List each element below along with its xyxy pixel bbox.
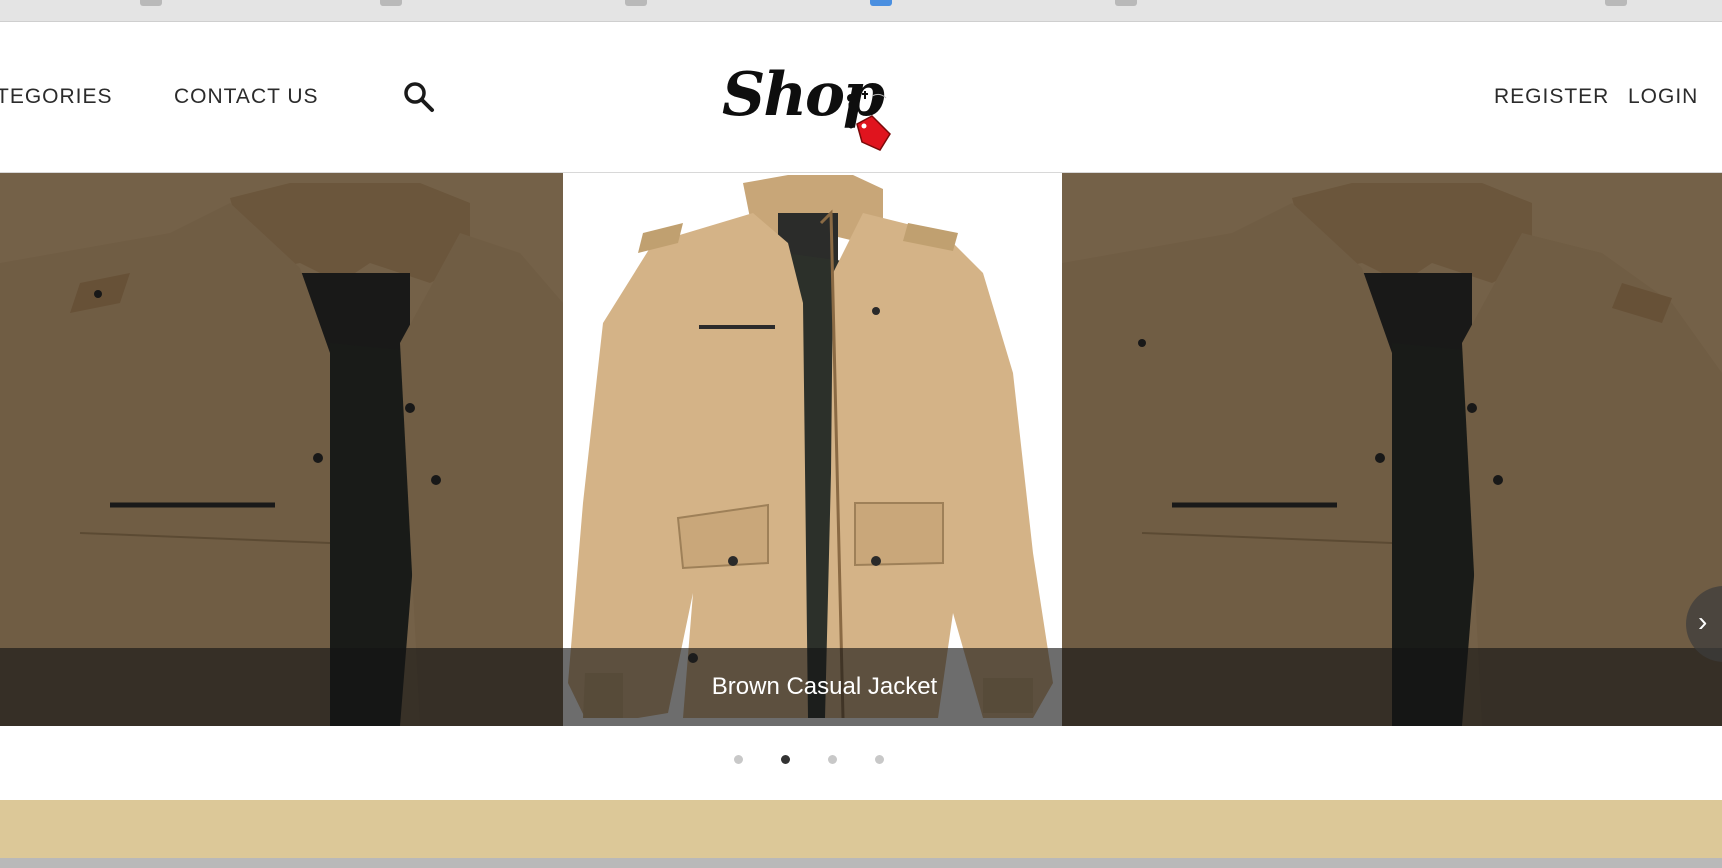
register-link[interactable]: REGISTER bbox=[1494, 85, 1609, 109]
browser-tab-icon[interactable] bbox=[870, 0, 892, 6]
browser-tab-icon[interactable] bbox=[380, 0, 402, 6]
browser-tab-icon[interactable] bbox=[140, 0, 162, 6]
slide-dim-overlay bbox=[0, 173, 563, 726]
slide-caption: Brown Casual Jacket bbox=[711, 673, 938, 700]
carousel-slide-previous[interactable] bbox=[0, 173, 563, 726]
browser-tab-icon[interactable] bbox=[1115, 0, 1137, 6]
nav-contact-link[interactable]: CONTACT US bbox=[174, 85, 319, 109]
chevron-right-icon: › bbox=[1698, 606, 1708, 637]
browser-tab-strip bbox=[0, 0, 1722, 22]
slide-dim-overlay bbox=[1062, 173, 1722, 726]
price-tag-icon bbox=[847, 91, 891, 151]
login-link[interactable]: LOGIN bbox=[1628, 85, 1698, 109]
promo-band bbox=[0, 800, 1722, 858]
nav-categories-link[interactable]: TEGORIES bbox=[0, 85, 113, 109]
product-carousel: Brown Casual Jacket › bbox=[0, 173, 1722, 726]
brown-jacket-image bbox=[563, 173, 1062, 726]
carousel-indicator-active[interactable] bbox=[781, 755, 790, 764]
carousel-indicator[interactable] bbox=[734, 755, 743, 764]
carousel-slide-next[interactable] bbox=[1062, 173, 1722, 726]
carousel-indicator[interactable] bbox=[875, 755, 884, 764]
site-logo[interactable]: Shop bbox=[712, 46, 908, 158]
search-icon[interactable] bbox=[402, 80, 436, 114]
browser-tab-icon[interactable] bbox=[1605, 0, 1627, 6]
bottom-strip bbox=[0, 858, 1722, 868]
site-header: TEGORIES CONTACT US Shop REGISTER LOGIN bbox=[0, 22, 1722, 173]
browser-tab-icon[interactable] bbox=[625, 0, 647, 6]
carousel-slide-active[interactable] bbox=[563, 173, 1062, 726]
carousel-indicator[interactable] bbox=[828, 755, 837, 764]
